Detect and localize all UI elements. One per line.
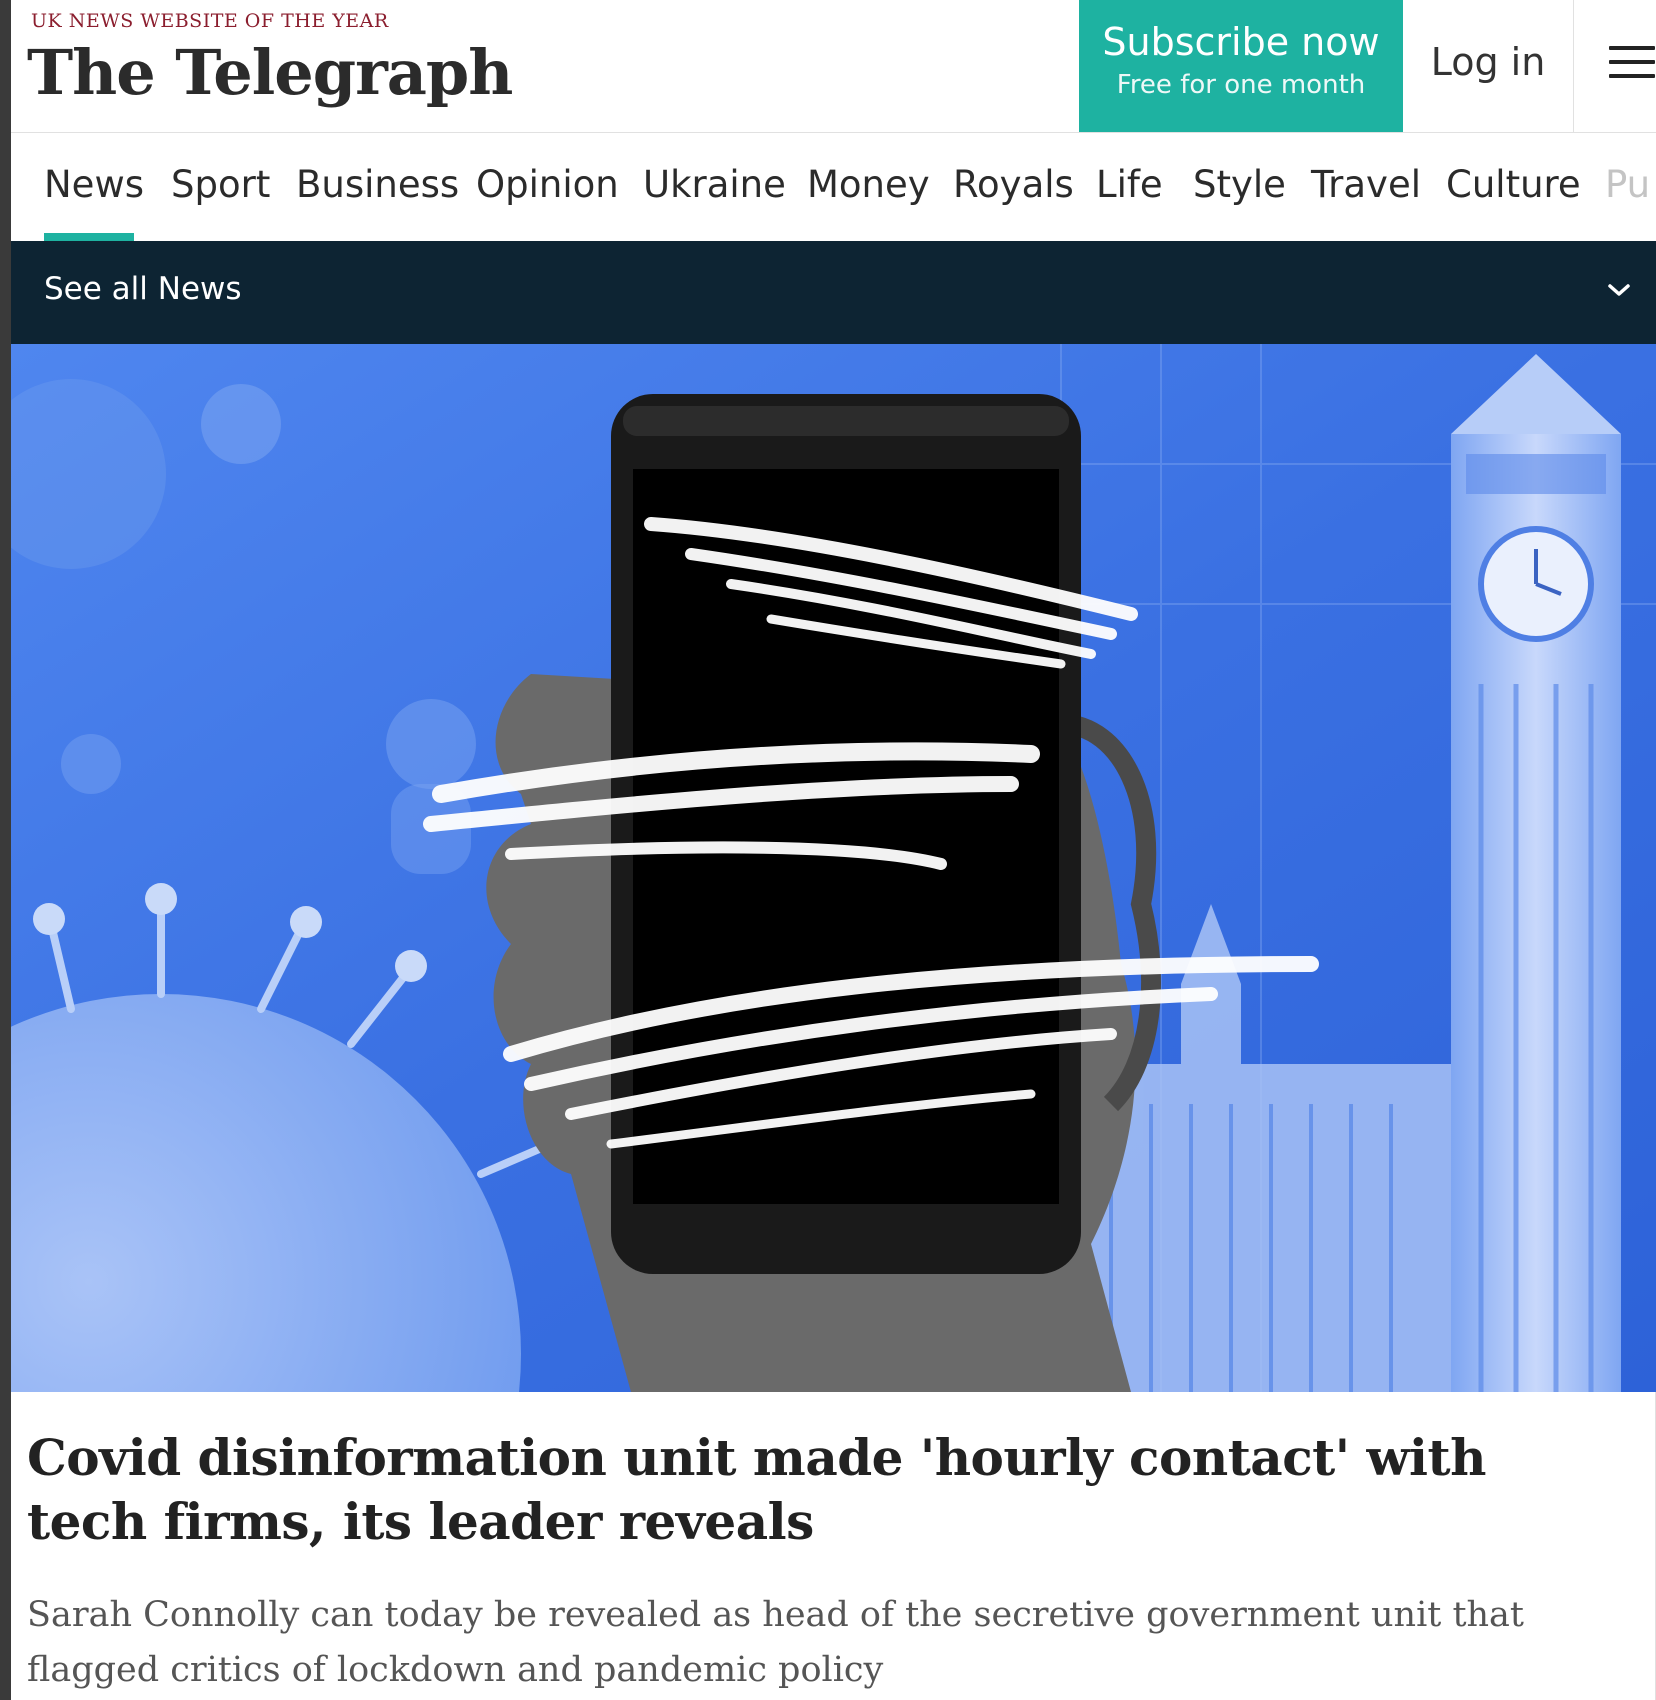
nav-item-life[interactable]: Life bbox=[1096, 163, 1163, 206]
nav-item-money[interactable]: Money bbox=[807, 163, 930, 206]
main-nav: News Sport Business Opinion Ukraine Mone… bbox=[11, 133, 1656, 241]
section-dropdown-label: See all News bbox=[44, 271, 242, 307]
hero-image[interactable] bbox=[11, 344, 1656, 1392]
chevron-down-icon bbox=[1608, 284, 1630, 296]
telegraph-logo[interactable]: The Telegraph bbox=[27, 36, 513, 109]
site-tagline: UK NEWS WEBSITE OF THE YEAR bbox=[31, 10, 389, 32]
subscribe-sublabel: Free for one month bbox=[1116, 70, 1366, 100]
nav-item-opinion[interactable]: Opinion bbox=[476, 163, 619, 206]
section-dropdown[interactable]: See all News bbox=[11, 241, 1656, 344]
nav-item-ukraine[interactable]: Ukraine bbox=[643, 163, 786, 206]
hamburger-icon[interactable] bbox=[1609, 46, 1655, 82]
subscribe-button[interactable]: Subscribe now Free for one month bbox=[1079, 0, 1403, 132]
nav-item-style[interactable]: Style bbox=[1193, 163, 1286, 206]
hero-illustration bbox=[11, 344, 1656, 1392]
window-edge bbox=[0, 0, 11, 1700]
nav-item-royals[interactable]: Royals bbox=[953, 163, 1074, 206]
nav-item-news[interactable]: News bbox=[44, 163, 144, 206]
nav-item-puzzles[interactable]: Pu bbox=[1605, 163, 1650, 206]
nav-item-travel[interactable]: Travel bbox=[1311, 163, 1421, 206]
subscribe-label: Subscribe now bbox=[1102, 20, 1380, 64]
article-standfirst: Sarah Connolly can today be revealed as … bbox=[27, 1595, 1524, 1690]
site-header: UK NEWS WEBSITE OF THE YEAR The Telegrap… bbox=[11, 0, 1656, 133]
article-headline[interactable]: Covid disinformation unit made 'hourly c… bbox=[27, 1426, 1617, 1554]
login-button[interactable]: Log in bbox=[1403, 0, 1574, 132]
nav-item-culture[interactable]: Culture bbox=[1446, 163, 1581, 206]
nav-item-sport[interactable]: Sport bbox=[171, 163, 270, 206]
nav-item-business[interactable]: Business bbox=[296, 163, 459, 206]
nav-active-indicator bbox=[44, 233, 134, 241]
